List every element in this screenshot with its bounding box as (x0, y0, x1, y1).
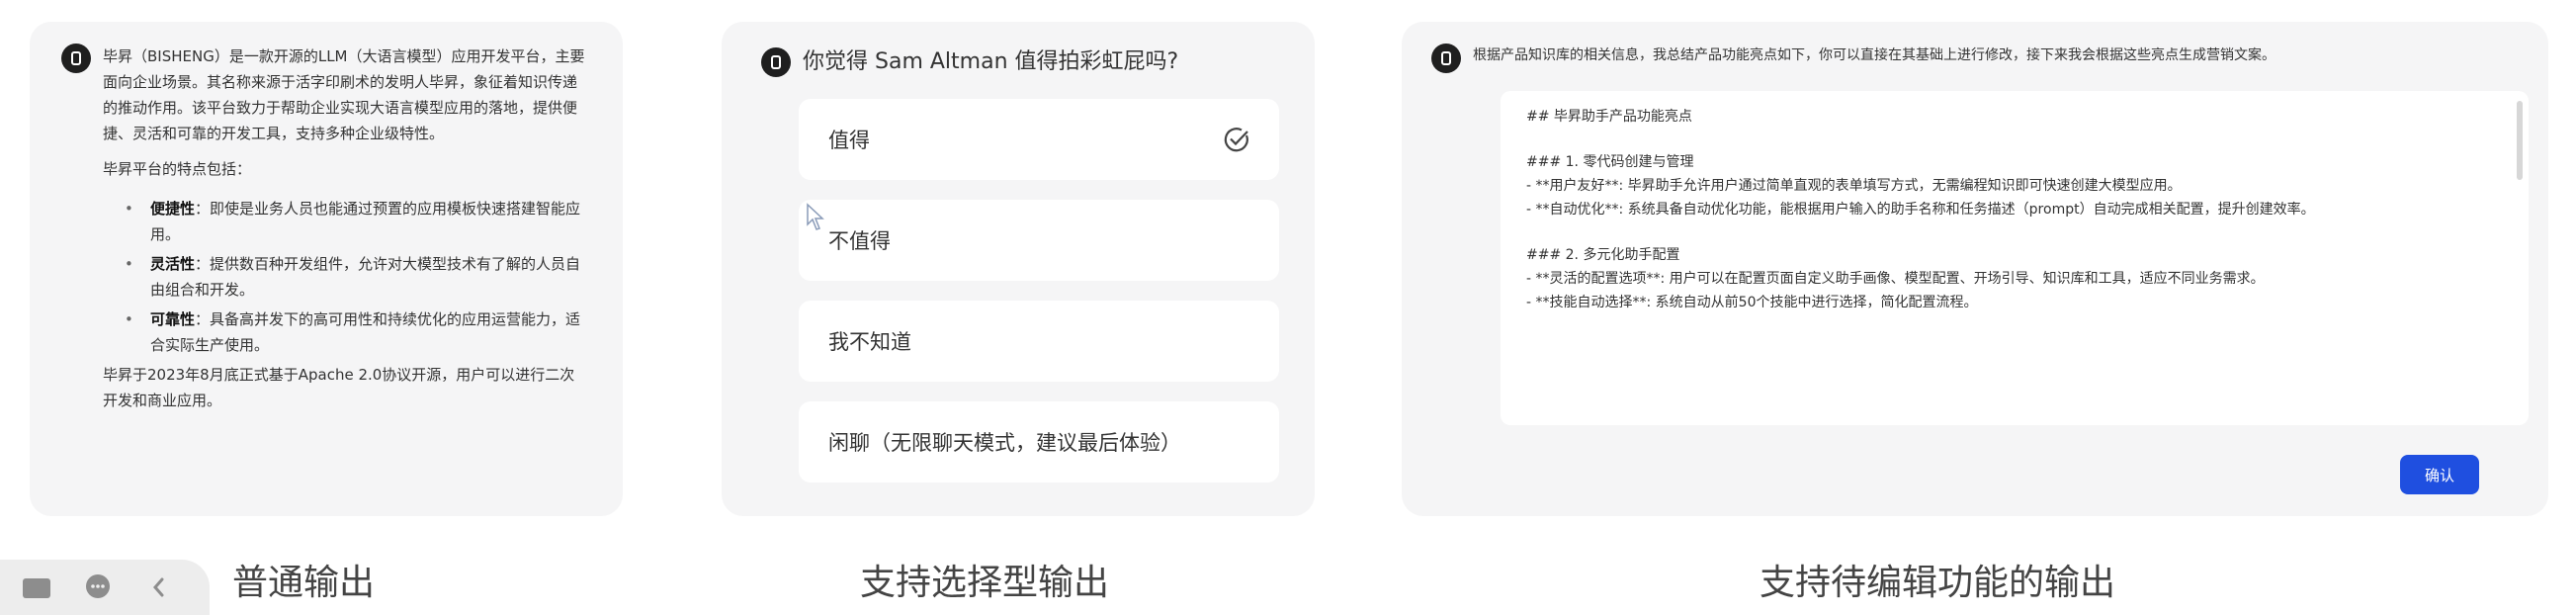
playback-toolbar (0, 560, 210, 615)
message-paragraph-1: 毕昇（BISHENG）是一款开源的LLM（大语言模型）应用开发平台，主要面向企业… (103, 47, 585, 142)
caption-choice-output: 支持选择型输出 (860, 563, 1110, 603)
editor-line: - **灵活的配置选项**: 用户可以在配置页面自定义助手画像、模型配置、开场引… (1526, 271, 2265, 287)
option-not-worth[interactable]: 不值得 (799, 200, 1279, 281)
editor-line: - **用户友好**: 毕昇助手允许用户通过简单直观的表单填写方式，无需编程知识… (1526, 178, 2182, 194)
image-icon[interactable] (20, 571, 53, 604)
list-item: 便捷性：即使是业务人员也能通过预置的应用模板快速搭建智能应用。 (125, 196, 585, 247)
question-text: 你觉得 Sam Altman 值得拍彩虹屁吗? (803, 49, 1179, 74)
bot-message: 根据产品知识库的相关信息，我总结产品功能亮点如下，你可以直接在其基础上进行修改，… (1431, 44, 2519, 73)
editor-line: - **技能自动选择**: 系统自动从前50个技能中进行选择，简化配置流程。 (1526, 295, 1978, 310)
bot-avatar-icon (61, 44, 91, 73)
option-label: 闲聊（无限聊天模式，建议最后体验） (828, 431, 1181, 455)
plain-output-card: 毕昇（BISHENG）是一款开源的LLM（大语言模型）应用开发平台，主要面向企业… (30, 22, 623, 516)
option-chat[interactable]: 闲聊（无限聊天模式，建议最后体验） (799, 401, 1279, 483)
chat-bubble-icon[interactable] (81, 571, 115, 604)
bot-question: 你觉得 Sam Altman 值得拍彩虹屁吗? (761, 47, 1279, 77)
message-paragraph-2: 毕昇平台的特点包括： (103, 160, 252, 178)
option-label: 我不知道 (828, 330, 911, 354)
editable-output-card: 根据产品知识库的相关信息，我总结产品功能亮点如下，你可以直接在其基础上进行修改，… (1402, 22, 2548, 516)
option-list: 值得 不值得 我不知道 闲聊（无限聊天模式，建议最后体验） (799, 99, 1279, 483)
check-circle-icon (1224, 128, 1248, 152)
edit-intro: 根据产品知识库的相关信息，我总结产品功能亮点如下，你可以直接在其基础上进行修改，… (1473, 47, 2275, 63)
choice-output-card: 你觉得 Sam Altman 值得拍彩虹屁吗? 值得 不值得 我不知道 闲聊（无… (722, 22, 1315, 516)
caption-editable-output: 支持待编辑功能的输出 (1760, 563, 2116, 603)
option-dont-know[interactable]: 我不知道 (799, 301, 1279, 382)
bot-message: 毕昇（BISHENG）是一款开源的LLM（大语言模型）应用开发平台，主要面向企业… (61, 44, 585, 413)
editor-scrollbar[interactable] (2517, 101, 2523, 180)
editor-line: ## 毕昇助手产品功能亮点 (1526, 109, 1692, 125)
message-body: 毕昇（BISHENG）是一款开源的LLM（大语言模型）应用开发平台，主要面向企业… (103, 44, 585, 413)
confirm-button[interactable]: 确认 (2400, 455, 2479, 494)
chevron-left-icon[interactable] (142, 571, 176, 604)
option-worth[interactable]: 值得 (799, 99, 1279, 180)
feature-list: 便捷性：即使是业务人员也能通过预置的应用模板快速搭建智能应用。 灵活性：提供数百… (103, 196, 585, 358)
editable-text-area[interactable]: ## 毕昇助手产品功能亮点 ### 1. 零代码创建与管理 - **用户友好**… (1501, 91, 2529, 425)
list-item: 可靠性：具备高并发下的高可用性和持续优化的应用运营能力，适合实际生产使用。 (125, 307, 585, 358)
list-item: 灵活性：提供数百种开发组件，允许对大模型技术有了解的人员自由组合和开发。 (125, 251, 585, 303)
editor-line: ### 1. 零代码创建与管理 (1526, 154, 1694, 170)
editor-line: - **自动优化**: 系统具备自动优化功能，能根据用户输入的助手名称和任务描述… (1526, 202, 2315, 218)
bot-avatar-icon (761, 47, 791, 77)
option-label: 值得 (828, 129, 870, 152)
message-paragraph-3: 毕昇于2023年8月底正式基于Apache 2.0协议开源，用户可以进行二次开发… (103, 366, 575, 409)
bot-avatar-icon (1431, 44, 1461, 73)
caption-plain-output: 普通输出 (232, 563, 376, 603)
mouse-cursor-icon (807, 203, 824, 230)
editor-line: ### 2. 多元化助手配置 (1526, 247, 1680, 263)
option-label: 不值得 (828, 229, 891, 253)
